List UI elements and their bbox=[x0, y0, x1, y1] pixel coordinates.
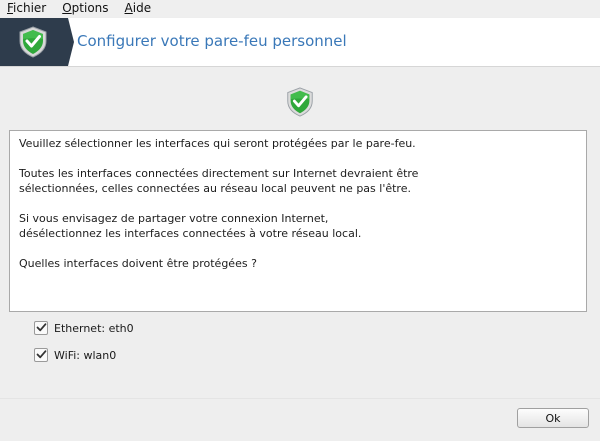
info-paragraph-2: Toutes les interfaces connectées directe… bbox=[19, 167, 419, 195]
menu-aide-mnemonic: A bbox=[124, 1, 133, 15]
page-title: Configurer votre pare-feu personnel bbox=[77, 32, 347, 50]
menu-options-label: ptions bbox=[71, 1, 109, 15]
checkmark-icon bbox=[36, 323, 47, 332]
info-paragraph-4: Quelles interfaces doivent être protégée… bbox=[19, 257, 257, 270]
ok-button[interactable]: Ok bbox=[517, 408, 589, 428]
menu-bar: Fichier Options Aide bbox=[0, 0, 600, 17]
info-text-box: Veuillez sélectionner les interfaces qui… bbox=[9, 130, 587, 312]
interface-checkbox-wlan0[interactable]: WiFi: wlan0 bbox=[34, 348, 116, 362]
interface-label-eth0: Ethernet: eth0 bbox=[54, 321, 134, 335]
info-paragraph-1: Veuillez sélectionner les interfaces qui… bbox=[19, 137, 416, 150]
ok-button-label: Ok bbox=[545, 411, 561, 425]
bottom-separator bbox=[0, 398, 600, 399]
info-paragraph-3: Si vous envisagez de partager votre conn… bbox=[19, 212, 362, 240]
banner-icon-panel bbox=[0, 18, 68, 66]
menu-options[interactable]: Options bbox=[62, 0, 108, 17]
checkmark-icon bbox=[36, 350, 47, 359]
firewall-config-window: Fichier Options Aide Configurer votre pa… bbox=[0, 0, 600, 441]
checkbox-eth0[interactable] bbox=[34, 321, 48, 335]
menu-options-mnemonic: O bbox=[62, 1, 72, 15]
shield-check-icon bbox=[287, 87, 313, 117]
banner-notch bbox=[68, 18, 74, 66]
interface-label-wlan0: WiFi: wlan0 bbox=[54, 348, 117, 362]
menu-fichier[interactable]: Fichier bbox=[7, 0, 46, 17]
interface-checkbox-eth0[interactable]: Ethernet: eth0 bbox=[34, 321, 134, 335]
center-shield bbox=[284, 86, 316, 121]
menu-aide[interactable]: Aide bbox=[125, 0, 152, 17]
checkbox-wlan0[interactable] bbox=[34, 348, 48, 362]
header-banner: Configurer votre pare-feu personnel bbox=[0, 18, 600, 67]
shield-check-icon bbox=[19, 26, 47, 58]
menu-aide-label: ide bbox=[132, 1, 152, 15]
menu-fichier-label: ichier bbox=[13, 1, 47, 15]
